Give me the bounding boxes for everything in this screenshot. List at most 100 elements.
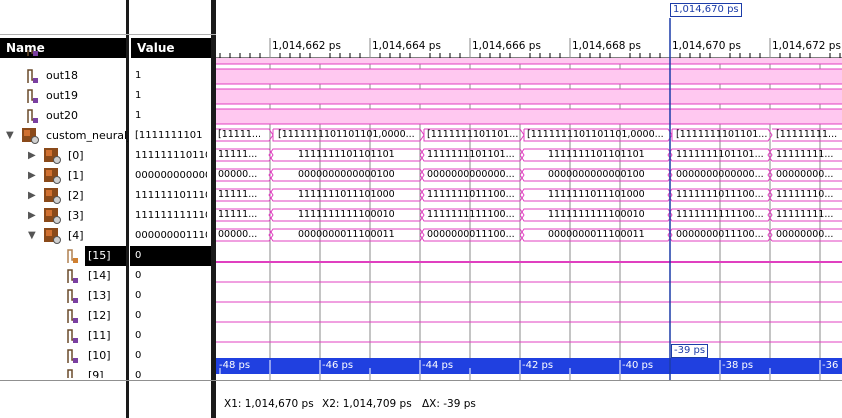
bus-value-text: 1111111101101101 — [548, 149, 645, 160]
bus-value-text: 1111111011100... — [427, 189, 515, 200]
signal-name: out19 — [46, 89, 79, 102]
x1-readout: X1: 1,014,670 ps — [224, 398, 314, 410]
bus-value-text: 1111111011101000 — [548, 189, 645, 200]
bus-value-text: 1111111111100... — [676, 209, 764, 220]
signal-value: 0 — [135, 290, 142, 301]
bus-value-text: 0000000000000... — [427, 169, 515, 180]
signal-name: [10] — [88, 349, 111, 362]
signal-row-out19[interactable]: out19 1 — [0, 86, 211, 106]
bus-value-text: 11111111... — [776, 149, 834, 160]
ruler-label: 1,014,668 ps — [572, 40, 641, 52]
bit-signal-icon — [66, 367, 80, 378]
expand-arrow-icon[interactable]: ▶ — [28, 146, 36, 166]
expand-arrow-icon[interactable]: ▶ — [28, 186, 36, 206]
delta-ruler-label: -48 ps — [219, 360, 251, 371]
bus-value-text: 0000000000000100 — [298, 169, 395, 180]
bus-value-text: 00000... — [218, 229, 258, 240]
signal-row-out20[interactable]: out20 1 — [0, 106, 211, 126]
signal-name: out18 — [46, 69, 79, 82]
delta-ruler-label: -44 ps — [422, 360, 454, 371]
signal-row-4-10[interactable]: [10] 0 — [0, 346, 211, 366]
signal-name: [4] — [68, 229, 84, 242]
signal-name: [2] — [68, 189, 84, 202]
signal-value: 1111111011101000 — [135, 190, 207, 201]
bit-signal-icon — [26, 50, 40, 62]
bus-value-text: 0000000011100... — [676, 229, 764, 240]
signal-value: 1 — [135, 70, 142, 81]
cursor-time-label[interactable]: 1,014,670 ps — [670, 3, 742, 17]
signal-value: 1 — [135, 90, 142, 101]
ruler-label: 1,014,672 ps — [772, 40, 841, 52]
bus-value-text: [1111111101101... — [427, 129, 519, 140]
waveform-pane[interactable]: 1,014,662 ps 1,014,664 ps 1,014,666 ps 1… — [216, 0, 842, 380]
bus-value-text: 11111110... — [776, 189, 834, 200]
expand-arrow-icon[interactable]: ▶ — [28, 166, 36, 186]
signal-row-0[interactable]: ▶ [0] 1111111101101101 — [0, 146, 211, 166]
signal-row-out18[interactable]: out18 1 — [0, 66, 211, 86]
signal-row-4-11[interactable]: [11] 0 — [0, 326, 211, 346]
bus-value-text: [11111111... — [776, 129, 838, 140]
signal-value: 0000000000000100 — [135, 170, 207, 181]
bus-value-text: 00000... — [218, 169, 258, 180]
bus-value-text: 1111111111100... — [427, 209, 515, 220]
signal-value: 0 — [135, 370, 142, 378]
signal-value: 1111111111100010 — [135, 210, 207, 221]
bus-value-text: 1111111111100010 — [548, 209, 645, 220]
signal-row-2[interactable]: ▶ [2] 1111111011101000 — [0, 186, 211, 206]
bus-value-text: [11111... — [218, 129, 261, 140]
bus-value-text: 11111... — [218, 149, 258, 160]
ruler-minor-ticks — [219, 53, 841, 58]
signal-name: [15] — [88, 249, 111, 262]
top-divider — [0, 34, 216, 35]
signal-name: out17 — [45, 50, 78, 58]
bus-value-text: 1111111111100010 — [298, 209, 395, 220]
bus-value-text: [1111111101101101,0000... — [527, 129, 664, 140]
signal-row-3[interactable]: ▶ [3] 1111111111100010 — [0, 206, 211, 226]
bus-value-text: [1111111101101... — [676, 129, 768, 140]
bus-value-text: 0000000011100011 — [298, 229, 395, 240]
signal-name: [0] — [68, 149, 84, 162]
signal-name: [13] — [88, 289, 111, 302]
signal-row-1[interactable]: ▶ [1] 0000000000000100 — [0, 166, 211, 186]
signal-value: 0 — [135, 350, 142, 361]
bit-waveforms-low — [216, 261, 842, 363]
signal-row-4-14[interactable]: [14] 0 — [0, 266, 211, 286]
delta-ruler-label: -42 ps — [522, 360, 554, 371]
collapse-arrow-icon[interactable]: ▼ — [28, 226, 36, 246]
delta-ruler-label: -38 ps — [722, 360, 754, 371]
signal-row-4-13[interactable]: [13] 0 — [0, 286, 211, 306]
signal-row-custom-neural[interactable]: ▼ custom_neural_ [1111111101 — [0, 126, 211, 146]
signal-name: [11] — [88, 329, 111, 342]
signal-name: [1] — [68, 169, 84, 182]
bus-value-text: 0000000011100011 — [548, 229, 645, 240]
ruler-label: 1,014,662 ps — [272, 40, 341, 52]
delta-time-label: -39 ps — [671, 344, 709, 358]
bus-value-text: 0000000000000100 — [548, 169, 645, 180]
bus-value-text: 1111111101101... — [427, 149, 515, 160]
signal-value: 1111111101101101 — [135, 150, 207, 161]
signal-value: 0000000011100011 — [135, 230, 207, 241]
collapse-arrow-icon[interactable]: ▼ — [6, 126, 14, 146]
bus-value-text: 1111111101101... — [676, 149, 764, 160]
signal-row-4-12[interactable]: [12] 0 — [0, 306, 211, 326]
signal-row-4-9[interactable]: [9] 0 — [0, 366, 211, 378]
bus-value-text: 1111111011101000 — [298, 189, 395, 200]
signal-value: 1 — [135, 110, 142, 121]
bus-value-text: [1111111101101101,0000... — [278, 129, 415, 140]
signal-row-4[interactable]: ▼ [4] 0000000011100011 — [0, 226, 211, 246]
x2-readout: X2: 1,014,709 ps — [322, 398, 412, 410]
ruler-label: 1,014,666 ps — [472, 40, 541, 52]
ruler-label: 1,014,670 ps — [672, 40, 741, 52]
bus-value-text: 1111111011100... — [676, 189, 764, 200]
expand-arrow-icon[interactable]: ▶ — [28, 206, 36, 226]
bus-value-text: 1111111101101101 — [298, 149, 395, 160]
signal-value: [1111111101 — [135, 130, 203, 141]
signal-row-out17[interactable]: out17 — [0, 50, 211, 62]
ruler-label: 1,014,664 ps — [372, 40, 441, 52]
signal-value: 0 — [135, 310, 142, 321]
delta-x-readout: ΔX: -39 ps — [422, 398, 476, 410]
signal-value: 0 — [135, 250, 142, 261]
signal-name: [3] — [68, 209, 84, 222]
signal-name: [14] — [88, 269, 111, 282]
signal-row-4-15[interactable]: [15] 0 — [0, 246, 211, 266]
